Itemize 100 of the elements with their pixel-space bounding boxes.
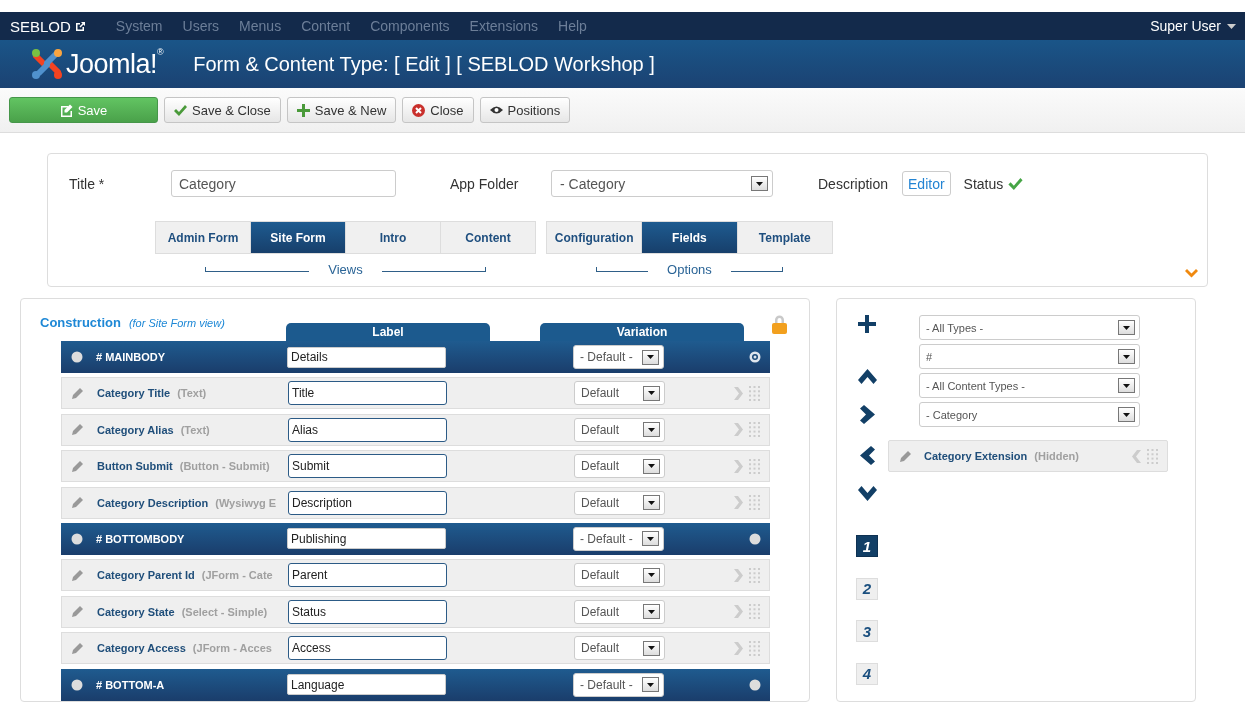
logo-text: Joomla!$^{®}$ xyxy=(66,48,164,80)
positions-button[interactable]: Positions xyxy=(479,97,571,123)
radio-selected-icon[interactable] xyxy=(749,351,761,363)
field-type: (Select - Simple) xyxy=(181,605,268,618)
pencil-icon[interactable] xyxy=(900,450,911,462)
drag-handle-icon xyxy=(1147,448,1158,464)
variation-select[interactable]: - Default - xyxy=(573,672,664,697)
group-caption: Options xyxy=(666,262,713,277)
view-tab[interactable]: Template xyxy=(737,222,832,253)
save-close-button[interactable]: Save & Close xyxy=(164,97,281,123)
position-name: # BOTTOMBODY xyxy=(96,532,186,545)
variation-select[interactable]: Default xyxy=(574,381,665,406)
label-input[interactable]: Language xyxy=(287,674,446,695)
variation-select[interactable]: Default xyxy=(574,563,665,588)
close-button[interactable]: Close xyxy=(402,97,474,123)
app-folder-select[interactable]: - Category xyxy=(551,170,773,197)
radio-icon xyxy=(71,678,83,691)
label-input[interactable]: Publishing xyxy=(287,528,446,550)
section-title: Construction xyxy=(40,315,121,330)
brand-link[interactable]: SEBLOD xyxy=(10,17,86,35)
arrow-right-icon xyxy=(734,459,743,473)
filter-select[interactable]: - All Types - xyxy=(919,315,1140,340)
view-tab[interactable]: Configuration xyxy=(547,222,643,253)
chevron-down-icon[interactable] xyxy=(857,486,877,501)
field-name: Category Alias xyxy=(97,423,174,436)
radio-icon[interactable] xyxy=(749,532,761,545)
label-input[interactable]: Access xyxy=(288,636,447,661)
page-button[interactable]: 1 xyxy=(856,535,878,557)
label-input[interactable]: Status xyxy=(288,599,447,624)
field-type: (Text) xyxy=(180,423,210,436)
lock-icon[interactable] xyxy=(771,314,788,334)
pencil-icon[interactable] xyxy=(72,642,83,654)
view-tab[interactable]: Content xyxy=(441,222,535,253)
pencil-icon[interactable] xyxy=(72,606,83,618)
variation-select[interactable]: Default xyxy=(574,454,665,479)
arrow-right-icon xyxy=(734,423,743,437)
user-menu[interactable]: Super User xyxy=(1150,18,1236,34)
page-button[interactable]: 4 xyxy=(856,662,878,685)
variation-select[interactable]: - Default - xyxy=(573,526,664,551)
caret-icon xyxy=(751,176,768,191)
pencil-icon[interactable] xyxy=(72,424,83,436)
caret-icon xyxy=(1118,407,1135,422)
caret-icon xyxy=(642,531,659,547)
variation-select[interactable]: Default xyxy=(574,417,665,442)
variation-select[interactable]: Default xyxy=(574,636,665,661)
field-type: (JForm - Acces xyxy=(192,642,272,655)
filter-select[interactable]: # xyxy=(919,344,1140,369)
position-name: # BOTTOM-A xyxy=(96,678,166,691)
text-field[interactable]: Category xyxy=(171,170,396,197)
radio-icon[interactable] xyxy=(749,678,761,691)
plus-icon[interactable] xyxy=(858,315,876,333)
view-tab[interactable]: Fields xyxy=(642,222,738,253)
chevron-up-icon[interactable] xyxy=(857,369,877,384)
label-input[interactable]: Title xyxy=(288,381,447,406)
drag-handle-icon xyxy=(749,495,760,511)
pencil-icon[interactable] xyxy=(72,460,83,472)
label-input[interactable]: Submit xyxy=(288,454,447,479)
page-button[interactable]: 2 xyxy=(856,577,878,600)
view-tab[interactable]: Admin Form xyxy=(156,222,251,253)
external-link-icon xyxy=(74,20,86,32)
view-tab[interactable]: Site Form xyxy=(251,222,346,253)
caret-icon xyxy=(643,567,660,583)
chevron-left-icon[interactable] xyxy=(859,446,875,465)
status-label: Status xyxy=(963,175,1004,192)
caret-icon xyxy=(643,495,660,511)
radio-icon xyxy=(71,532,83,545)
variation-select[interactable]: Default xyxy=(574,490,665,515)
view-tab[interactable]: Intro xyxy=(346,222,441,253)
caret-icon xyxy=(643,422,660,438)
arrow-right-icon xyxy=(734,568,743,582)
page-button[interactable]: 3 xyxy=(856,620,878,642)
chevron-right-icon[interactable] xyxy=(859,405,875,424)
pencil-icon[interactable] xyxy=(72,387,83,399)
field-name: Category Description xyxy=(97,496,209,509)
radio-icon xyxy=(71,351,83,363)
close-icon xyxy=(412,103,426,117)
filter-select[interactable]: - All Content Types - xyxy=(919,373,1140,398)
field-type: (Text) xyxy=(177,387,207,400)
variation-select[interactable]: - Default - xyxy=(573,345,664,369)
pencil-icon[interactable] xyxy=(72,497,83,509)
field-name: Category Extension xyxy=(924,450,1028,462)
label-input[interactable]: Description xyxy=(288,490,447,515)
column-header: Label xyxy=(286,323,490,341)
filter-select[interactable]: - Category xyxy=(919,402,1140,427)
pencil-icon[interactable] xyxy=(72,569,83,581)
save-new-button[interactable]: Save & New xyxy=(286,97,397,123)
editor-button[interactable]: Editor xyxy=(902,171,951,196)
label-input[interactable]: Details xyxy=(287,346,446,368)
caret-icon xyxy=(1118,320,1135,335)
label-input[interactable]: Parent xyxy=(288,563,447,588)
field-type: (Button - Submit) xyxy=(179,460,270,473)
caret-icon xyxy=(642,349,659,365)
title-label: Title * xyxy=(69,175,105,192)
caret-icon xyxy=(643,385,660,401)
variation-select[interactable]: Default xyxy=(574,599,665,624)
logo-icon xyxy=(30,47,64,81)
field-name: Category State xyxy=(97,605,175,618)
label-input[interactable]: Alias xyxy=(288,417,447,442)
field-name: Button Submit xyxy=(97,460,173,473)
plus-icon xyxy=(296,103,310,117)
